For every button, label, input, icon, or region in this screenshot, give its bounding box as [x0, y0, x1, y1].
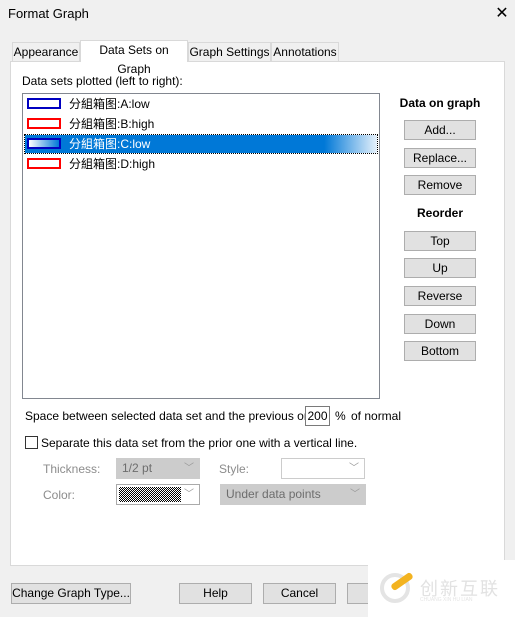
- list-item[interactable]: 分組箱图:D:high: [25, 155, 377, 173]
- item-label: 分組箱图:A:low: [69, 97, 150, 111]
- top-button[interactable]: Top: [404, 231, 476, 251]
- spacing-input[interactable]: 200: [305, 406, 330, 426]
- change-graph-type-button[interactable]: Change Graph Type...: [11, 583, 131, 604]
- swatch-icon: [27, 118, 61, 129]
- tab-appearance[interactable]: Appearance: [12, 42, 80, 61]
- window-title: Format Graph: [8, 6, 89, 21]
- up-button[interactable]: Up: [404, 258, 476, 278]
- chevron-down-icon: ﹀: [184, 463, 194, 474]
- color-label: Color:: [43, 488, 76, 502]
- tab-graph-settings[interactable]: Graph Settings: [188, 42, 271, 61]
- swatch-icon: [27, 158, 61, 169]
- item-label: 分組箱图:C:low: [69, 137, 151, 151]
- pattern-swatch: [119, 487, 181, 502]
- separate-checkbox[interactable]: [25, 436, 38, 449]
- list-item[interactable]: 分組箱图:A:low: [25, 95, 377, 113]
- help-button[interactable]: Help: [179, 583, 252, 604]
- down-button[interactable]: Down: [404, 314, 476, 334]
- spacing-label: Space between selected data set and the …: [25, 409, 321, 423]
- chevron-down-icon: ﹀: [184, 489, 194, 500]
- thickness-label: Thickness:: [43, 462, 101, 476]
- tab-annotations[interactable]: Annotations: [271, 42, 339, 61]
- reorder-heading: Reorder: [416, 206, 463, 220]
- thickness-value: 1/2 pt: [122, 461, 153, 475]
- position-select[interactable]: Under data points ﹀: [220, 484, 366, 505]
- style-select[interactable]: ﹀: [281, 458, 365, 479]
- swatch-icon: [27, 138, 61, 149]
- add-button[interactable]: Add...: [404, 120, 476, 140]
- datasets-list[interactable]: 分組箱图:A:low 分組箱图:B:high 分組箱图:C:low 分組箱图:D…: [22, 93, 380, 399]
- chevron-down-icon: ﹀: [349, 463, 359, 474]
- bottom-button[interactable]: Bottom: [404, 341, 476, 361]
- close-icon[interactable]: ✕: [492, 3, 512, 23]
- item-label: 分組箱图:B:high: [69, 117, 155, 131]
- data-on-graph-heading: Data on graph: [399, 96, 481, 110]
- color-select[interactable]: ﹀: [116, 484, 200, 505]
- item-label: 分組箱图:D:high: [69, 157, 156, 171]
- spacing-suffix: of normal: [351, 409, 402, 423]
- list-item-selected[interactable]: 分組箱图:C:low: [24, 134, 378, 154]
- swatch-icon: [27, 98, 61, 109]
- list-item[interactable]: 分組箱图:B:high: [25, 115, 377, 133]
- style-label: Style:: [219, 462, 250, 476]
- percent-sign: %: [335, 409, 346, 423]
- cancel-button[interactable]: Cancel: [263, 583, 336, 604]
- datasets-label: Data sets plotted (left to right):: [22, 74, 183, 88]
- watermark-sub: CHUANG XIN HU LIAN: [420, 597, 473, 603]
- tab-data-sets[interactable]: Data Sets on Graph: [80, 40, 188, 76]
- thickness-select[interactable]: 1/2 pt ﹀: [116, 458, 200, 479]
- position-value: Under data points: [226, 487, 321, 501]
- reverse-button[interactable]: Reverse: [404, 286, 476, 306]
- replace-button[interactable]: Replace...: [404, 148, 476, 168]
- watermark: 创新互联 CHUANG XIN HU LIAN: [368, 560, 515, 617]
- chevron-down-icon: ﹀: [350, 489, 360, 500]
- remove-button[interactable]: Remove: [404, 175, 476, 195]
- separate-label: Separate this data set from the prior on…: [41, 436, 358, 450]
